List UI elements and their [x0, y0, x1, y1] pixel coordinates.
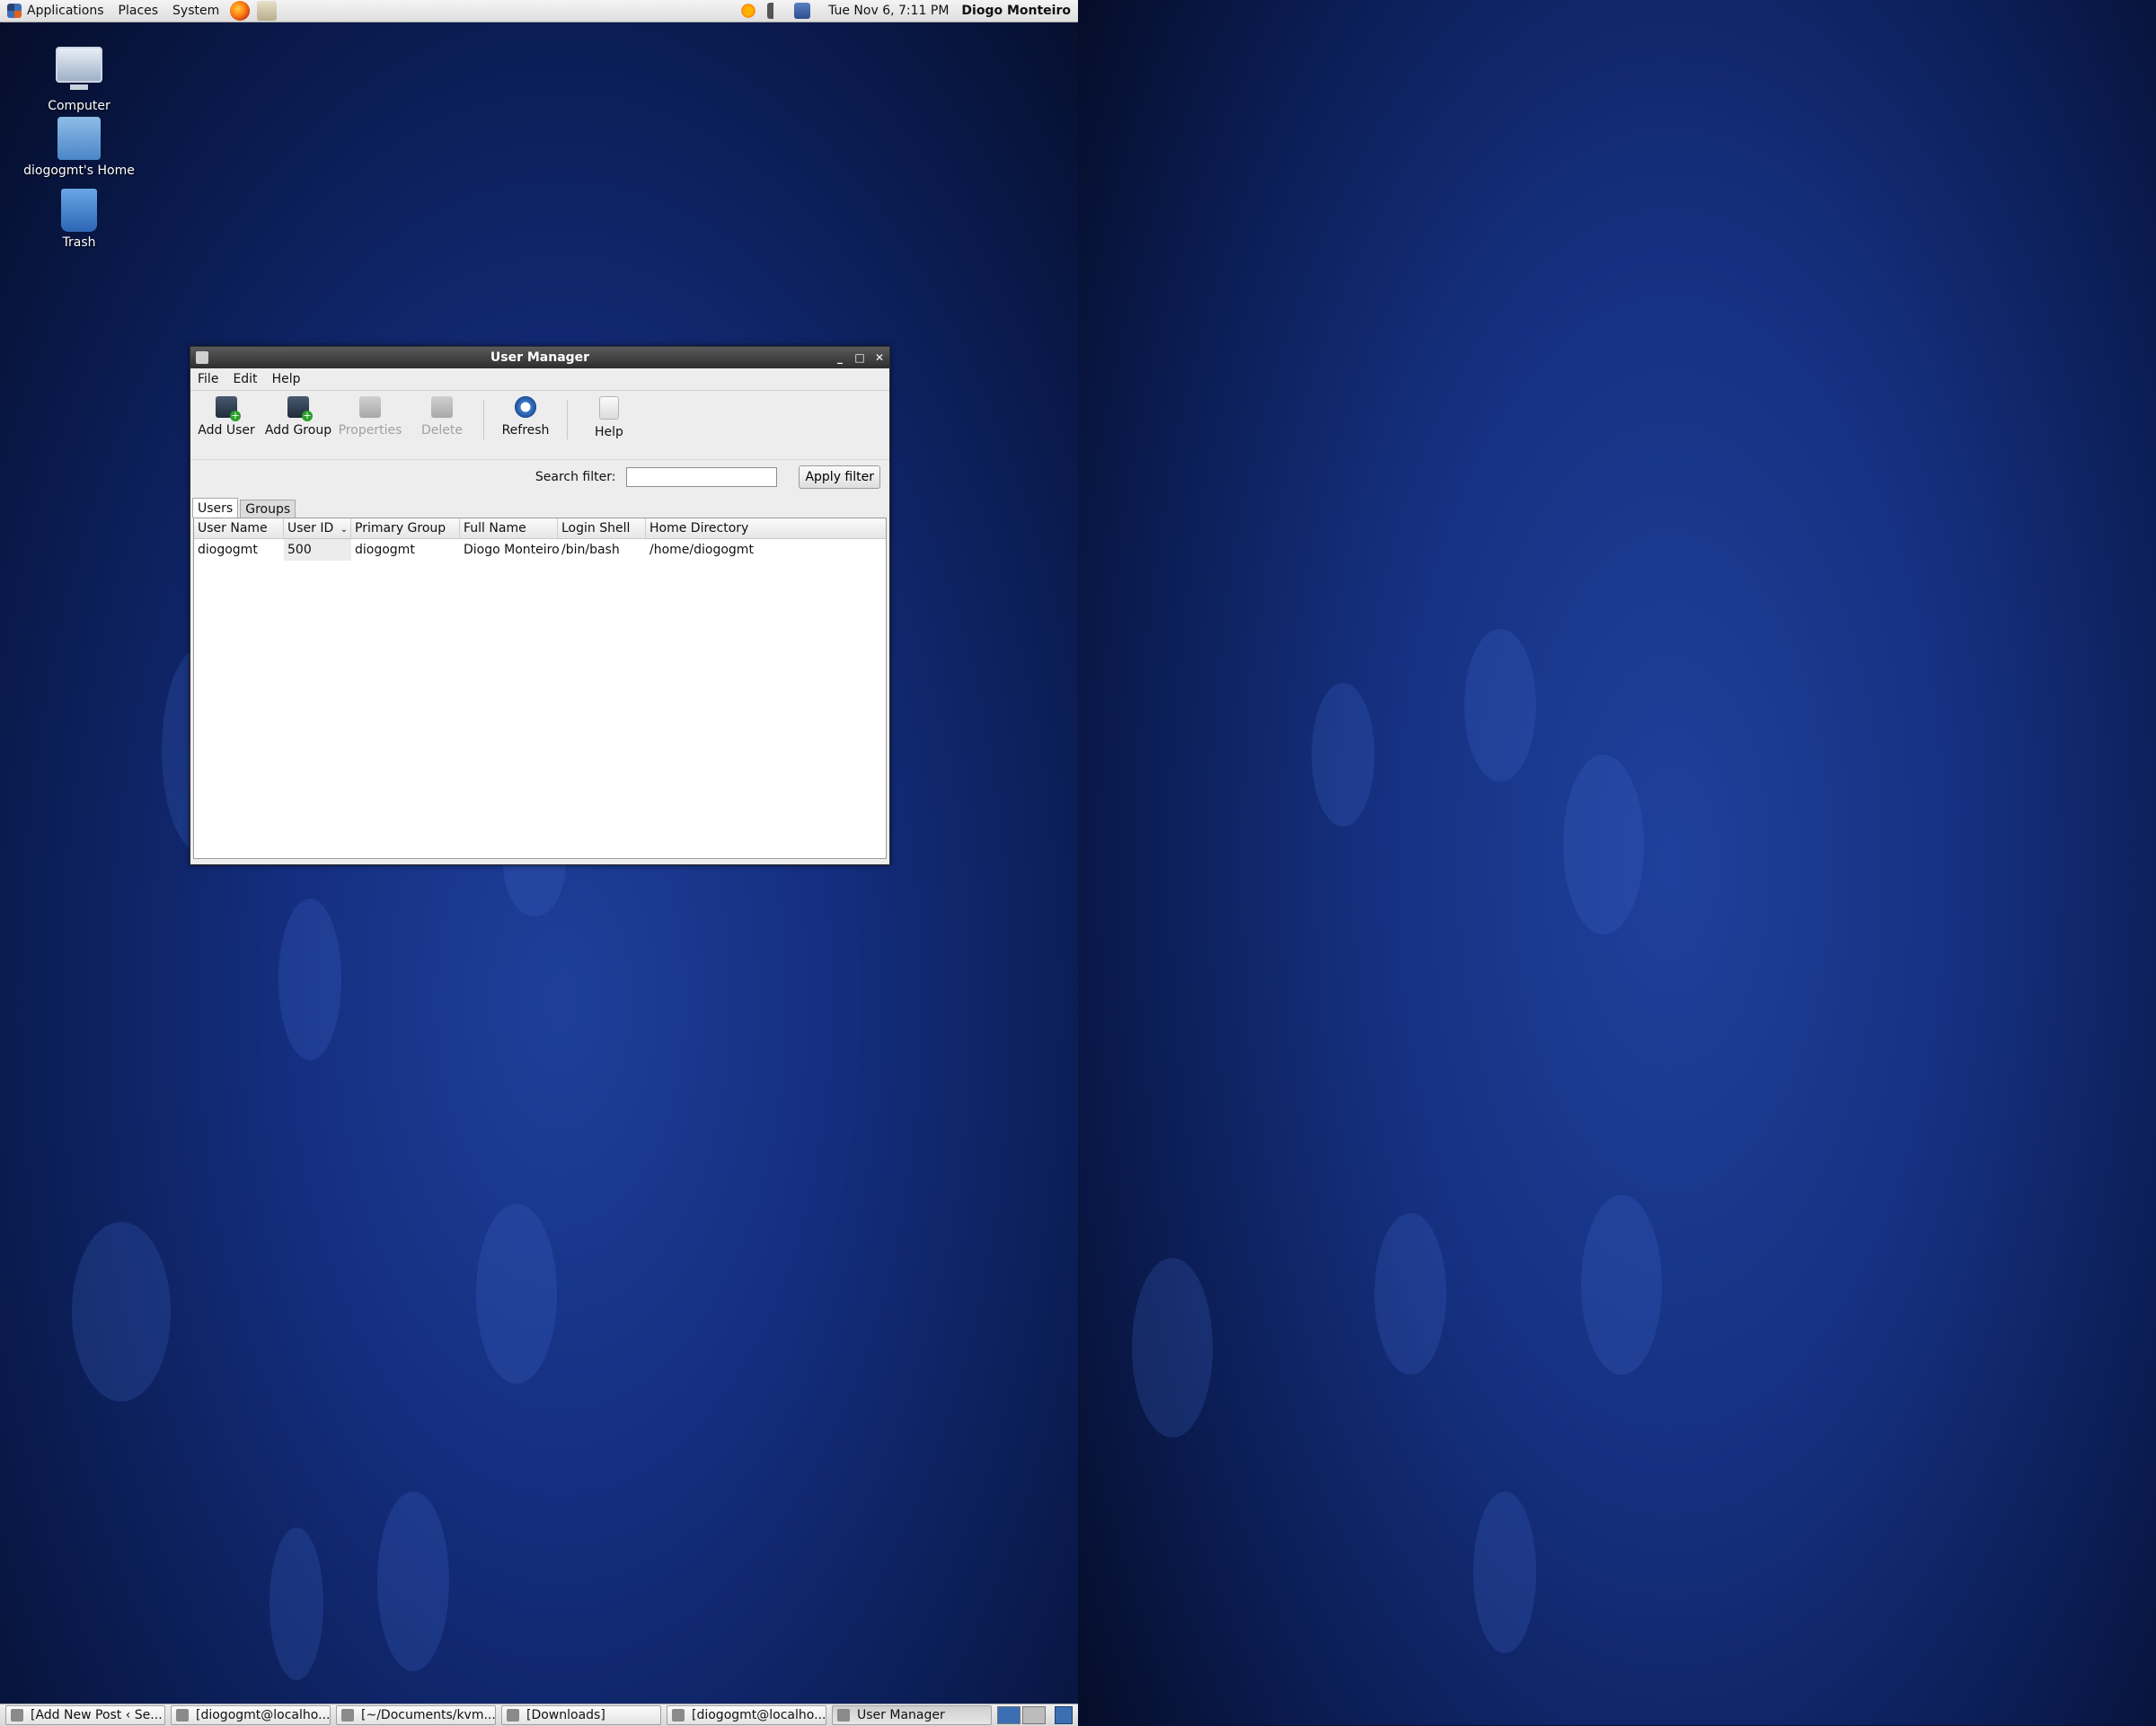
cell-user-name: diogogmt — [198, 543, 258, 557]
applications-menu[interactable]: Applications — [0, 0, 111, 22]
taskbar-item-label: [diogogmt@localho... — [692, 1708, 826, 1722]
add-group-label: Add Group — [264, 423, 332, 438]
delete-button[interactable]: Delete — [406, 396, 478, 438]
menu-file[interactable]: File — [190, 372, 225, 386]
taskbar-item-label: [diogogmt@localho... — [196, 1708, 331, 1722]
cell-login-shell: /bin/bash — [561, 543, 620, 557]
taskbar-item[interactable]: [Add New Post ‹ Se... — [5, 1705, 165, 1725]
desktop-icon-label: diogogmt's Home — [23, 164, 135, 178]
user-manager-window: User Manager _ □ ✕ File Edit Help Add Us… — [190, 346, 890, 865]
computer-icon — [56, 47, 102, 90]
toolbar-separator — [483, 400, 484, 439]
window-title: User Manager — [490, 350, 590, 365]
menu-edit[interactable]: Edit — [225, 372, 264, 386]
table-row[interactable]: diogogmt 500 diogogmt Diogo Monteiro /bi… — [194, 539, 886, 561]
system-menu[interactable]: System — [165, 0, 226, 22]
add-group-button[interactable]: Add Group — [262, 396, 334, 438]
menu-help[interactable]: Help — [265, 372, 308, 386]
help-label: Help — [595, 425, 623, 439]
tab-users[interactable]: Users — [192, 498, 239, 518]
mail-icon[interactable] — [257, 1, 278, 21]
add-group-icon — [287, 396, 313, 421]
add-user-label: Add User — [198, 423, 255, 438]
properties-label: Properties — [338, 423, 402, 438]
delete-icon — [431, 396, 453, 418]
desktop-icon-computer[interactable]: Computer — [16, 40, 142, 113]
update-notifier-icon[interactable] — [740, 3, 757, 19]
desktop-icon-label: Trash — [62, 235, 96, 250]
column-full-name[interactable]: Full Name — [460, 518, 558, 538]
table-header: User Name User ID ⌄ Primary Group Full N… — [194, 518, 886, 539]
cell-home-directory: /home/diogogmt — [649, 543, 754, 557]
help-icon — [599, 396, 619, 420]
properties-button[interactable]: Properties — [334, 396, 406, 438]
cell-user-id: 500 — [284, 539, 351, 561]
fedora-logo-icon — [7, 4, 22, 18]
column-user-name[interactable]: User Name — [194, 518, 284, 538]
menubar: File Edit Help — [190, 368, 889, 391]
network-icon[interactable] — [794, 3, 811, 19]
taskbar-item-label: [~/Documents/kvm... — [361, 1708, 496, 1722]
add-user-icon — [216, 396, 241, 421]
desktop-icon-label: Computer — [48, 99, 110, 113]
properties-icon — [359, 396, 381, 418]
toolbar: Add User Add Group Properties Delete Ref… — [190, 391, 889, 460]
applications-label: Applications — [27, 4, 104, 18]
workspace-1[interactable] — [997, 1706, 1021, 1724]
search-filter-label: Search filter: — [535, 470, 616, 484]
places-menu[interactable]: Places — [111, 0, 166, 22]
toolbar-separator — [567, 400, 568, 439]
column-login-shell[interactable]: Login Shell — [558, 518, 646, 538]
taskbar-item[interactable]: [diogogmt@localho... — [171, 1705, 331, 1725]
trash-icon — [61, 189, 97, 232]
column-user-id[interactable]: User ID ⌄ — [284, 518, 351, 538]
desktop-icon-home[interactable]: diogogmt's Home — [16, 117, 142, 178]
terminal-icon — [672, 1709, 685, 1722]
workspace-2[interactable] — [1022, 1706, 1046, 1724]
folder-icon — [507, 1709, 519, 1722]
taskbar-item-label: [Downloads] — [526, 1708, 605, 1722]
show-desktop-icon[interactable] — [1055, 1706, 1073, 1724]
column-home-directory[interactable]: Home Directory — [646, 518, 781, 538]
tab-groups[interactable]: Groups — [240, 500, 296, 518]
tab-bar: Users Groups — [190, 494, 889, 518]
users-table: User Name User ID ⌄ Primary Group Full N… — [193, 518, 887, 859]
delete-label: Delete — [421, 423, 463, 438]
refresh-label: Refresh — [501, 423, 550, 438]
search-filter-row: Search filter: Apply filter — [190, 460, 889, 494]
desktop-right — [1078, 0, 2156, 1725]
volume-icon[interactable] — [767, 3, 784, 19]
home-folder-icon — [57, 117, 101, 160]
search-filter-input[interactable] — [626, 467, 778, 487]
system-tray: Tue Nov 6, 7:11 PM Diogo Monteiro — [735, 3, 1078, 19]
window-titlebar[interactable]: User Manager _ □ ✕ — [190, 347, 889, 368]
cell-full-name: Diogo Monteiro — [464, 543, 560, 557]
taskbar-item-label: User Manager — [857, 1708, 945, 1722]
firefox-icon — [11, 1709, 23, 1722]
taskbar-item[interactable]: [~/Documents/kvm... — [336, 1705, 496, 1725]
workspace-switcher — [995, 1706, 1046, 1724]
top-panel: Applications Places System Tue Nov 6, 7:… — [0, 0, 1078, 22]
add-user-button[interactable]: Add User — [190, 396, 262, 438]
column-primary-group[interactable]: Primary Group — [351, 518, 460, 538]
refresh-icon — [515, 396, 536, 418]
taskbar-item-active[interactable]: User Manager — [832, 1705, 992, 1725]
user-manager-icon — [837, 1709, 850, 1722]
terminal-icon — [176, 1709, 189, 1722]
apply-filter-button[interactable]: Apply filter — [799, 465, 880, 489]
desktop-icon-trash[interactable]: Trash — [16, 189, 142, 250]
sort-descending-icon: ⌄ — [340, 525, 349, 535]
help-button[interactable]: Help — [573, 396, 645, 439]
taskbar-item[interactable]: [Downloads] — [501, 1705, 661, 1725]
clock[interactable]: Tue Nov 6, 7:11 PM — [816, 4, 961, 18]
firefox-icon[interactable] — [230, 1, 251, 21]
user-menu[interactable]: Diogo Monteiro — [961, 4, 1078, 18]
refresh-button[interactable]: Refresh — [490, 396, 561, 438]
bottom-panel: [Add New Post ‹ Se... [diogogmt@localho.… — [0, 1704, 1078, 1726]
editor-icon — [341, 1709, 354, 1722]
column-user-id-label: User ID — [287, 521, 334, 536]
taskbar-item[interactable]: [diogogmt@localho... — [667, 1705, 826, 1725]
cell-primary-group: diogogmt — [355, 543, 415, 557]
taskbar-item-label: [Add New Post ‹ Se... — [31, 1708, 163, 1722]
